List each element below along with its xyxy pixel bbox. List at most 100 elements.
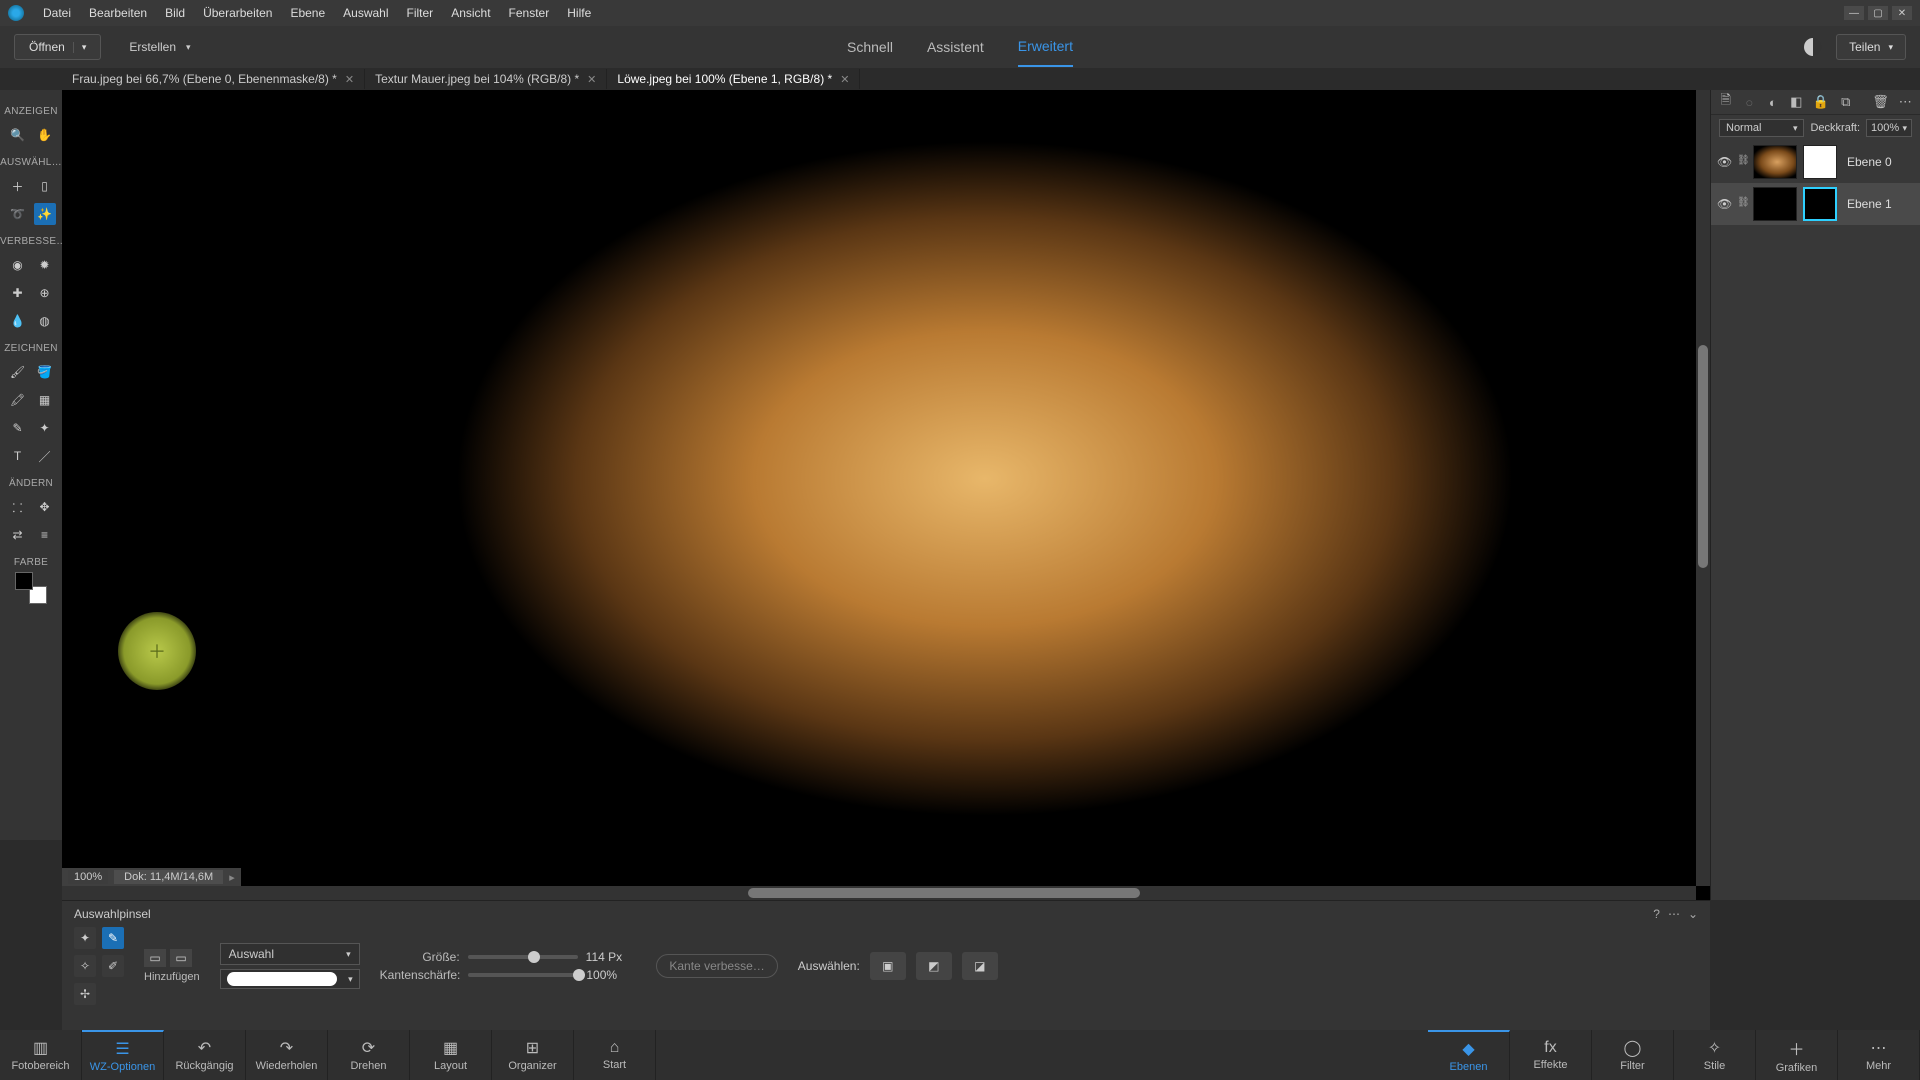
spot-icon[interactable]: ✹	[34, 254, 56, 276]
selection-brush-tool[interactable]: ✎	[102, 927, 124, 949]
color-swatch[interactable]	[15, 572, 47, 604]
layer-mask-thumbnail[interactable]	[1803, 187, 1837, 221]
brush-preset-select[interactable]: ▾	[220, 969, 360, 989]
share-button[interactable]: Teilen ▾	[1836, 34, 1906, 60]
select-background-button[interactable]: ◩	[916, 952, 952, 980]
taskbar-start[interactable]: ⌂Start	[574, 1030, 656, 1080]
status-caret-icon[interactable]: ▸	[229, 871, 235, 884]
trash-icon[interactable]: 🗑	[1873, 94, 1889, 110]
taskbar-filter[interactable]: ◯Filter	[1592, 1030, 1674, 1080]
menu-ansicht[interactable]: Ansicht	[442, 6, 499, 20]
move-icon[interactable]: ✥	[34, 496, 56, 518]
sponge-icon[interactable]: ◍	[34, 310, 56, 332]
stamp-icon[interactable]: ⊕	[34, 282, 56, 304]
taskbar-effekte[interactable]: fxEffekte	[1510, 1030, 1592, 1080]
layer-thumbnail[interactable]	[1753, 187, 1797, 221]
document-tab[interactable]: Textur Mauer.jpeg bei 104% (RGB/8) *✕	[365, 69, 607, 89]
blur-icon[interactable]: 💧	[7, 310, 29, 332]
taskbar-stile[interactable]: ✧Stile	[1674, 1030, 1756, 1080]
size-value[interactable]: 114 Px	[586, 950, 636, 964]
magic-wand-tool[interactable]: ✧	[74, 955, 96, 977]
add-selection-icon[interactable]: ▭	[170, 949, 192, 967]
marquee-icon[interactable]: ▯	[34, 175, 56, 197]
mode-tab-assistent[interactable]: Assistent	[927, 28, 984, 66]
layer-name[interactable]: Ebene 0	[1847, 155, 1892, 169]
mode-tab-erweitert[interactable]: Erweitert	[1018, 27, 1073, 67]
taskbar-wz-optionen[interactable]: ☰WZ-Optionen	[82, 1030, 164, 1080]
fx-icon[interactable]: ○	[1743, 94, 1757, 110]
link-layer-icon[interactable]: ⧉	[1839, 94, 1853, 110]
brush-icon[interactable]: 🖌	[7, 361, 29, 383]
redeye-icon[interactable]: ◉	[7, 254, 29, 276]
foreground-color[interactable]	[15, 572, 33, 590]
options-collapse-icon[interactable]: ⌄	[1688, 907, 1698, 921]
panel-menu-icon[interactable]: ⋯	[1899, 94, 1913, 110]
adjustment-icon[interactable]: ◧	[1790, 94, 1804, 110]
taskbar-rückgängig[interactable]: ↶Rückgängig	[164, 1030, 246, 1080]
bucket-icon[interactable]: 🪣	[34, 361, 56, 383]
taskbar-mehr[interactable]: ⋯Mehr	[1838, 1030, 1920, 1080]
link-icon[interactable]: ⛓	[1737, 155, 1747, 169]
menu-bearbeiten[interactable]: Bearbeiten	[80, 6, 156, 20]
taskbar-wiederholen[interactable]: ↷Wiederholen	[246, 1030, 328, 1080]
taskbar-grafiken[interactable]: ＋Grafiken	[1756, 1030, 1838, 1080]
mode-tab-schnell[interactable]: Schnell	[847, 28, 893, 66]
feather-slider[interactable]	[468, 973, 578, 977]
visibility-icon[interactable]: 👁	[1717, 197, 1731, 211]
search-icon[interactable]: 🔍	[7, 124, 29, 146]
horizontal-scrollbar[interactable]	[62, 886, 1696, 900]
lasso-icon[interactable]: ➰	[7, 203, 29, 225]
taskbar-fotobereich[interactable]: ▥Fotobereich	[0, 1030, 82, 1080]
window-close[interactable]: ✕	[1892, 6, 1912, 20]
lock-icon[interactable]: 🔒	[1813, 94, 1829, 110]
layer-row[interactable]: 👁⛓Ebene 0	[1711, 141, 1920, 183]
quick-select-tool[interactable]: ✦	[74, 927, 96, 949]
open-button[interactable]: Öffnen ▾	[14, 34, 101, 60]
refine-brush-tool[interactable]: ✐	[102, 955, 124, 977]
open-caret-icon[interactable]: ▾	[73, 42, 87, 53]
menu-hilfe[interactable]: Hilfe	[558, 6, 600, 20]
refine-edge-button[interactable]: Kante verbesse…	[656, 954, 777, 978]
auto-select-tool[interactable]: ✢	[74, 983, 96, 1005]
menu-überarbeiten[interactable]: Überarbeiten	[194, 6, 281, 20]
menu-auswahl[interactable]: Auswahl	[334, 6, 397, 20]
close-icon[interactable]: ✕	[587, 73, 596, 86]
opacity-input[interactable]: 100% ▾	[1866, 119, 1912, 137]
pencil-icon[interactable]: ✎	[7, 417, 29, 439]
heal-icon[interactable]: ✚	[7, 282, 29, 304]
vertical-scrollbar[interactable]	[1696, 90, 1710, 886]
options-menu-icon[interactable]: ⋯	[1668, 907, 1680, 921]
feather-value[interactable]: 100%	[586, 968, 636, 982]
layer-thumbnail[interactable]	[1753, 145, 1797, 179]
line-icon[interactable]: ／	[34, 445, 56, 467]
mask-icon[interactable]: ◐	[1766, 94, 1780, 110]
taskbar-organizer[interactable]: ⊞Organizer	[492, 1030, 574, 1080]
new-layer-icon[interactable]: 🗎	[1719, 94, 1733, 110]
menu-ebene[interactable]: Ebene	[281, 6, 334, 20]
select-subject-button[interactable]: ▣	[870, 952, 906, 980]
blend-mode-select[interactable]: Normal ▾	[1719, 119, 1804, 137]
close-icon[interactable]: ✕	[345, 73, 354, 86]
window-maximize[interactable]: ▢	[1868, 6, 1888, 20]
help-icon[interactable]: ?	[1653, 907, 1660, 921]
mode-select[interactable]: Auswahl ▾	[220, 943, 360, 965]
taskbar-ebenen[interactable]: ◆Ebenen	[1428, 1030, 1510, 1080]
layer-row[interactable]: 👁⛓Ebene 1	[1711, 183, 1920, 225]
wand-icon[interactable]: ✨	[34, 203, 56, 225]
create-button[interactable]: Erstellen ▾	[119, 35, 200, 59]
menu-filter[interactable]: Filter	[398, 6, 443, 20]
canvas[interactable]: ＋ 100% Dok: 11,4M/14,6M ▸	[62, 90, 1710, 900]
crop-icon[interactable]: ⸬	[7, 496, 29, 518]
taskbar-layout[interactable]: ▦Layout	[410, 1030, 492, 1080]
new-selection-icon[interactable]: ▭	[144, 949, 166, 967]
straighten-icon[interactable]: ≡	[34, 524, 56, 546]
window-minimize[interactable]: —	[1844, 6, 1864, 20]
shape-icon[interactable]: ✦	[34, 417, 56, 439]
size-slider[interactable]	[468, 955, 578, 959]
hand-icon[interactable]: ✋	[34, 124, 56, 146]
recompose-icon[interactable]: ⇄	[7, 524, 29, 546]
plus-icon[interactable]: ＋	[7, 175, 29, 197]
layer-mask-thumbnail[interactable]	[1803, 145, 1837, 179]
document-tab[interactable]: Löwe.jpeg bei 100% (Ebene 1, RGB/8) *✕	[607, 69, 860, 89]
document-tab[interactable]: Frau.jpeg bei 66,7% (Ebene 0, Ebenenmask…	[62, 69, 365, 89]
